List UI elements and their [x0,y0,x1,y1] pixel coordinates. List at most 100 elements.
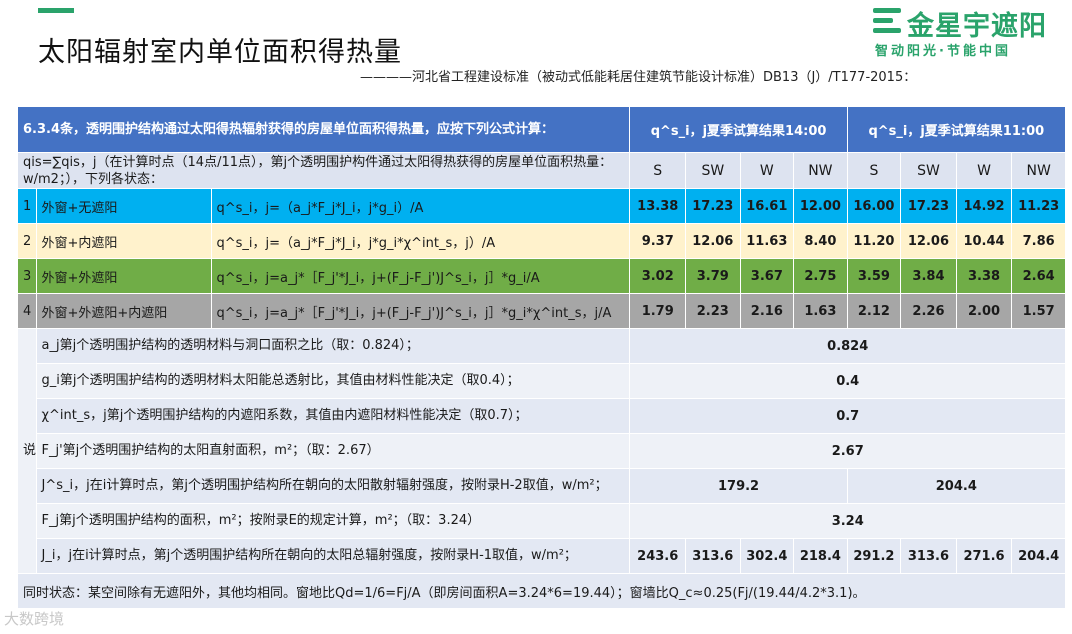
note-text: J_i，j在i计算时点，第j个透明围护结构所在朝向的太阳总辐射强度，按附录H-1… [35,538,631,574]
value-cell: 11.20 [846,223,902,259]
value-cell: 13.38 [629,188,687,224]
value-cell: 16.61 [739,188,795,224]
row-index: 2 [17,223,37,259]
sum-definition: qis=∑qis，j（在计算时点（14点/11点），第j个透明围护构件通过太阳得… [16,152,631,189]
note-value: 0.4 [629,363,1066,399]
note-text: F_j第j个透明围护结构的面积，m²；按附录E的规定计算，m²；（取：3.24） [35,503,631,539]
logo-wordmark: 金星宇遮阳 [907,11,1047,42]
value-cell: 2.12 [846,293,902,329]
note-row: J_i，j在i计算时点，第j个透明围护结构所在朝向的太阳总辐射强度，按附录H-1… [18,538,1066,574]
dir-w-11: W [955,152,1013,189]
row-name: 外窗+无遮阳 [35,188,212,224]
value-cell: 3.79 [685,258,741,294]
value-cell: 17.23 [685,188,741,224]
note-row: χ^int_s，j第j个透明围护结构的内遮阳系数，其值由内遮阳材料性能决定（取0… [18,398,1066,434]
value-cell: 204.4 [1011,538,1066,574]
watermark: 大数跨境 [4,610,65,628]
value-cell: 3.67 [739,258,795,294]
footer-row: 同时状态：某空间除有无遮阳外，其他均相同。窗地比Qd=1/6=Fj/A（即房间面… [17,573,1066,609]
table-header-row: 6.3.4条，透明围护结构通过太阳得热辐射获得的房屋单位面积得热量，应按下列公式… [16,106,1067,153]
value-cell: 271.6 [955,538,1013,574]
dir-nw-14: NW [793,152,848,189]
value-cell: 3.59 [846,258,902,294]
value-cell: 11.63 [739,223,795,259]
value-cell: 2.26 [900,293,957,329]
value-cell: 1.57 [1011,293,1066,329]
dir-s-14: S [629,152,687,189]
note-text: g_i第j个透明围护结构的透明材料太阳能总透射比，其值由材料性能决定（取0.4）… [35,363,631,399]
note-text: J^s_i，j在i计算时点，第j个透明围护结构所在朝向的太阳散射辐射强度，按附录… [35,468,631,504]
value-cell: 3.84 [900,258,957,294]
heat-gain-table: 6.3.4条，透明围护结构通过太阳得热辐射获得的房屋单位面积得热量，应按下列公式… [16,106,1067,609]
row-formula: q^s_i，j=a_j*［F_j'*J_i，j+(F_j-F_j')J^s_i，… [210,293,631,329]
value-cell: 9.37 [629,223,687,259]
note-value: 2.67 [629,433,1066,469]
note-value-14: 179.2 [629,468,848,504]
row-index: 1 [17,188,37,224]
value-cell: 12.00 [793,188,848,224]
header-11-results: q^s_i，j夏季试算结果11:00 [846,106,1067,153]
row-formula: q^s_i，j=（a_j*F_j*J_i，j*g_i*χ^int_s，j）/A [210,223,631,259]
value-cell: 313.6 [685,538,741,574]
note-row: J^s_i，j在i计算时点，第j个透明围护结构所在朝向的太阳散射辐射强度，按附录… [18,468,1067,504]
value-cell: 313.6 [900,538,957,574]
value-cell: 17.23 [900,188,957,224]
page-title: 太阳辐射室内单位面积得热量 [38,37,402,68]
row-name: 外窗+外遮阳 [35,258,212,294]
note-value: 3.24 [629,503,1066,539]
value-cell: 1.63 [793,293,848,329]
note-value: 0.7 [629,398,1066,434]
note-row: 说明 a_j第j个透明围护结构的透明材料与洞口面积之比（取：0.824）； 0.… [17,328,1066,574]
dir-sw-11: SW [900,152,957,189]
row-formula: q^s_i，j=（a_j*F_j*J_i，j*g_i）/A [210,188,631,224]
value-cell: 3.38 [955,258,1013,294]
value-cell: 7.86 [1011,223,1066,259]
note-row: F_j'第j个透明围护结构的太阳直射面积，m²；（取：2.67） 2.67 [18,433,1066,469]
footer-note: 同时状态：某空间除有无遮阳外，其他均相同。窗地比Qd=1/6=Fj/A（即房间面… [17,573,1066,609]
value-cell: 243.6 [629,538,687,574]
table-row: 3 外窗+外遮阳 q^s_i，j=a_j*［F_j'*J_i，j+(F_j-F_… [17,258,1066,294]
dir-sw-14: SW [685,152,741,189]
value-cell: 218.4 [793,538,848,574]
row-name: 外窗+内遮阳 [35,223,212,259]
note-text: χ^int_s，j第j个透明围护结构的内遮阳系数，其值由内遮阳材料性能决定（取0… [35,398,631,434]
notes-label: 说明 [17,328,37,574]
value-cell: 3.02 [629,258,687,294]
header-14-results: q^s_i，j夏季试算结果14:00 [629,106,848,153]
page-subtitle: ————河北省工程建设标准（被动式低能耗居住建筑节能设计标准）DB13（J）/T… [360,70,917,85]
logo-mark-icon [873,6,903,36]
value-cell: 1.79 [629,293,687,329]
dir-s-11: S [846,152,902,189]
dir-nw-11: NW [1011,152,1066,189]
value-cell: 16.00 [846,188,902,224]
note-value: 0.824 [629,328,1066,364]
table-row: 4 外窗+外遮阳+内遮阳 q^s_i，j=a_j*［F_j'*J_i，j+(F_… [17,293,1066,329]
row-formula: q^s_i，j=a_j*［F_j'*J_i，j+(F_j-F_j')J^s_i，… [210,258,631,294]
value-cell: 2.00 [955,293,1013,329]
value-cell: 10.44 [955,223,1013,259]
brand-logo: 金星宇遮阳 智动阳光·节能中国 [873,4,1063,62]
note-text: a_j第j个透明围护结构的透明材料与洞口面积之比（取：0.824）； [35,328,631,364]
value-cell: 14.92 [955,188,1013,224]
note-row: F_j第j个透明围护结构的面积，m²；按附录E的规定计算，m²；（取：3.24）… [18,503,1066,539]
value-cell: 2.23 [685,293,741,329]
note-value-11: 204.4 [846,468,1067,504]
note-row: g_i第j个透明围护结构的透明材料太阳能总透射比，其值由材料性能决定（取0.4）… [18,363,1066,399]
row-index: 3 [17,258,37,294]
table-row: 1 外窗+无遮阳 q^s_i，j=（a_j*F_j*J_i，j*g_i）/A 1… [17,188,1066,224]
note-text: F_j'第j个透明围护结构的太阳直射面积，m²；（取：2.67） [35,433,631,469]
row-name: 外窗+外遮阳+内遮阳 [35,293,212,329]
logo-slogan: 智动阳光·节能中国 [875,44,1011,59]
value-cell: 12.06 [900,223,957,259]
value-cell: 2.75 [793,258,848,294]
row-index: 4 [17,293,37,329]
value-cell: 8.40 [793,223,848,259]
value-cell: 291.2 [846,538,902,574]
value-cell: 12.06 [685,223,741,259]
top-accent-bar [38,8,74,13]
dir-w-14: W [739,152,795,189]
table-row: 2 外窗+内遮阳 q^s_i，j=（a_j*F_j*J_i，j*g_i*χ^in… [17,223,1066,259]
value-cell: 11.23 [1011,188,1066,224]
clause-heading: 6.3.4条，透明围护结构通过太阳得热辐射获得的房屋单位面积得热量，应按下列公式… [16,106,631,153]
value-cell: 302.4 [739,538,795,574]
